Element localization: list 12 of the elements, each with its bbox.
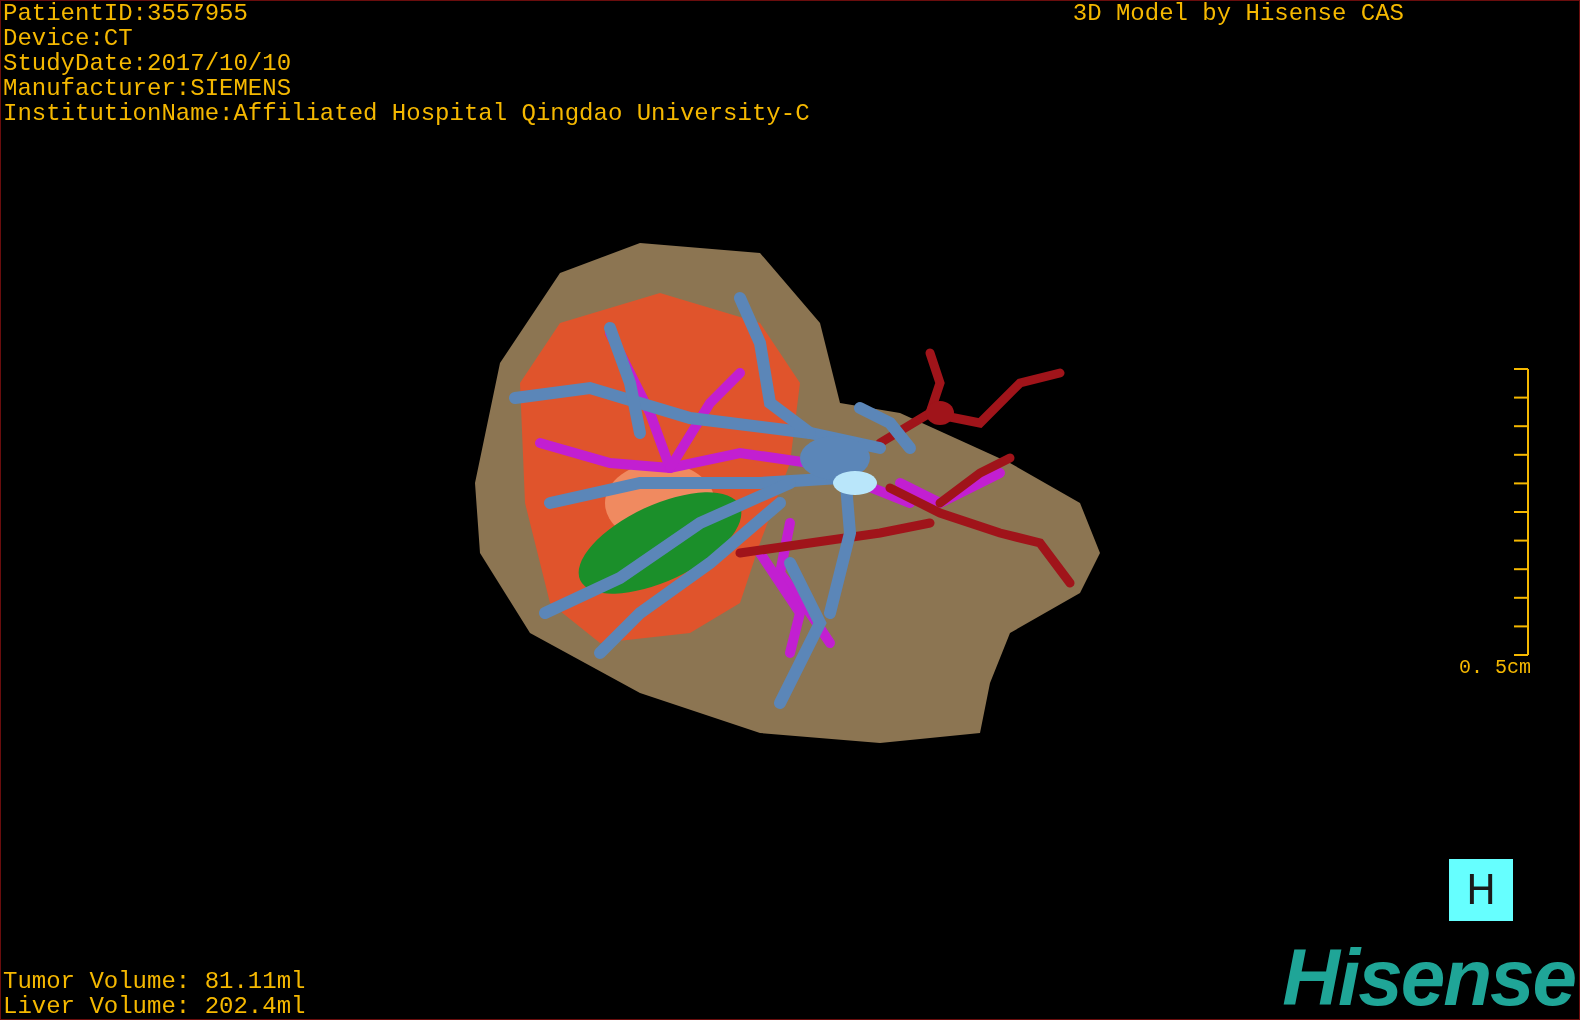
view-button[interactable]: H xyxy=(1449,859,1513,921)
study-info-text: StudyDate:2017/10/10 xyxy=(3,51,293,76)
viewer-title: 3D Model by Hisense CAS xyxy=(1072,1,1404,29)
volume-text: Liver Volume: 202.4ml xyxy=(3,994,306,1019)
study-info-text: Device:CT xyxy=(3,26,134,51)
study-info-text: PatientID:3557955 xyxy=(3,1,249,26)
scale-bar-icon xyxy=(1511,366,1531,657)
volume-text: Tumor Volume: 81.11ml xyxy=(3,969,306,994)
study-info-text: InstitutionName:Affiliated Hospital Qingdao University-C xyxy=(3,101,810,126)
scale-label: 0. 5cm xyxy=(1459,656,1531,679)
study-info-text: Manufacturer:SIEMENS xyxy=(3,76,293,101)
logo-text: Hisense xyxy=(1282,943,1576,1013)
